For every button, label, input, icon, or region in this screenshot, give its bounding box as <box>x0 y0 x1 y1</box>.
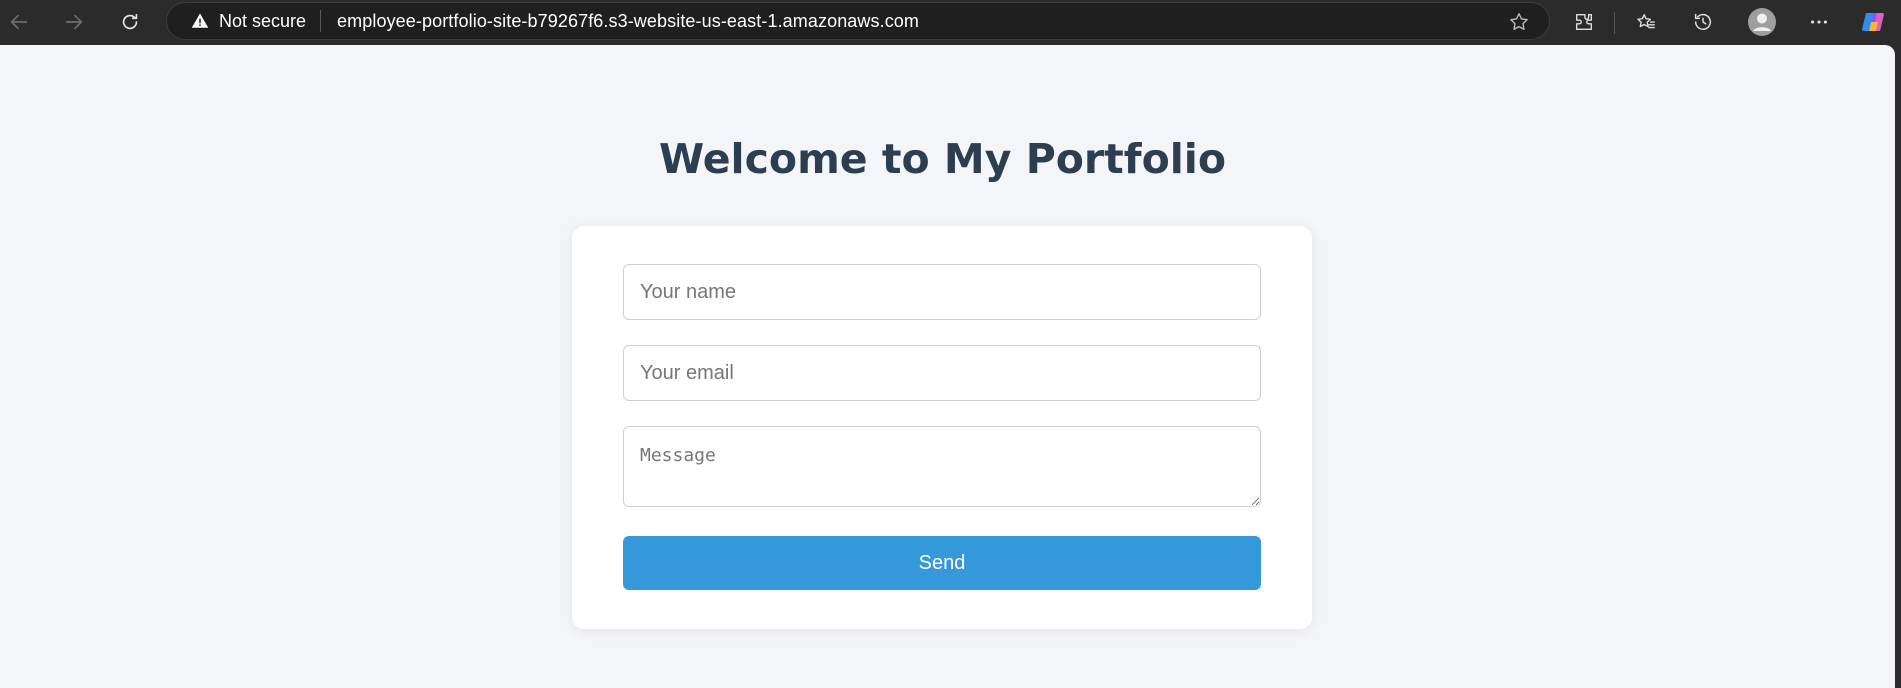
browser-toolbar: Not secure employee-portfolio-site-b7926… <box>0 0 1901 45</box>
forward-icon <box>65 14 83 30</box>
page-title: Welcome to My Portfolio <box>658 135 1227 183</box>
url-text[interactable]: employee-portfolio-site-b79267f6.s3-webs… <box>337 11 919 32</box>
security-label: Not secure <box>219 10 307 31</box>
copilot-button[interactable] <box>1858 6 1890 38</box>
send-button[interactable]: Send <box>623 536 1261 590</box>
message-textarea[interactable] <box>623 426 1261 507</box>
site-security-indicator[interactable]: Not secure <box>191 11 306 32</box>
back-icon <box>10 14 28 30</box>
contact-form-card: Send <box>572 226 1312 629</box>
refresh-icon <box>122 13 138 30</box>
star-icon <box>1510 13 1528 30</box>
back-button[interactable] <box>3 6 35 38</box>
extensions-button[interactable] <box>1568 6 1600 38</box>
toolbar-separator <box>1614 12 1615 34</box>
history-icon <box>1694 13 1712 30</box>
address-bar[interactable]: Not secure employee-portfolio-site-b7926… <box>166 2 1550 40</box>
favorites-icon <box>1637 13 1655 29</box>
profile-icon <box>1748 8 1776 36</box>
page-viewport: Welcome to My Portfolio Send <box>0 45 1895 688</box>
profile-button[interactable] <box>1746 6 1778 38</box>
copilot-icon <box>1862 13 1884 31</box>
favorite-button[interactable] <box>1507 10 1531 34</box>
favorites-button[interactable] <box>1630 6 1662 38</box>
more-button[interactable] <box>1803 6 1835 38</box>
more-icon <box>1811 20 1827 24</box>
forward-button[interactable] <box>58 6 90 38</box>
warning-icon <box>191 12 209 30</box>
refresh-button[interactable] <box>114 6 146 38</box>
email-input[interactable] <box>623 345 1261 401</box>
address-divider <box>320 10 322 32</box>
name-input[interactable] <box>623 264 1261 320</box>
history-button[interactable] <box>1687 6 1719 38</box>
extensions-icon <box>1575 13 1593 31</box>
